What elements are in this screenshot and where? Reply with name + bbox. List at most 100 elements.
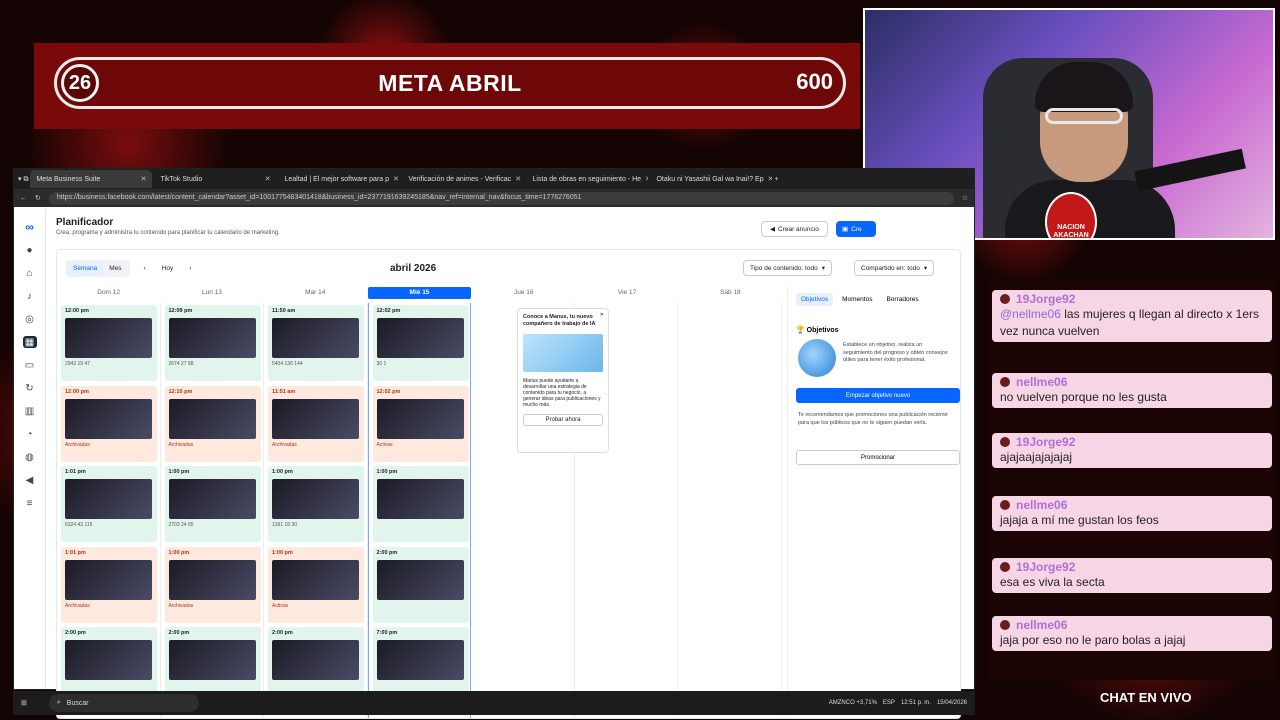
day-header: Dom 12 [97,289,121,296]
close-icon[interactable]: ✕ [393,175,399,183]
browser-tab-meta[interactable]: Meta Business Suite ✕ [30,170,153,188]
scheduled-post[interactable]: 2:00 pm [372,546,469,623]
shared-on-filter[interactable]: Compartido en: todo ▾ [854,260,935,276]
post-stats: Archivadas [272,441,297,448]
taskbar-search[interactable]: ⌕ Buscar [48,694,199,712]
scheduled-post[interactable]: 1:00 pm 2703 24 65 [164,466,261,542]
view-week-button[interactable]: Semana [67,261,104,275]
post-time: 1:01 pm [65,469,86,475]
post-time: 2:00 pm [272,630,293,636]
day-column: 12:09 pm 2674 27 88 12:10 pm Archivadas 1:00… [161,303,264,718]
scheduled-post[interactable]: 1:01 pm Archivadas [61,546,157,623]
post-stats: 1391 18 30 [272,522,298,528]
chat-text: esa es viva la secta [1000,575,1105,589]
menu-icon[interactable]: ≡ [23,497,37,509]
browser-tab-lista[interactable]: Lista de obras en seguimiento - He ✕ [526,170,648,188]
day-header-today: Mié 15 [367,287,472,299]
create-ad-button[interactable]: ◀ Crear anuncio [761,221,828,237]
day-column: 12:02 pm 30 1 12:02 pm Activas 1:00 pm 2:00 p… [367,303,471,718]
view-month-button[interactable]: Mes [103,262,127,275]
close-icon[interactable]: ✕ [600,312,604,318]
post-thumbnail [65,318,152,358]
goal-max: 600 [796,69,833,94]
scheduled-post[interactable]: 12:09 pm 2674 27 88 [164,305,261,381]
chat-username: 19Jorge92 [1000,560,1264,574]
close-icon[interactable]: ✕ [768,175,773,183]
insights-icon[interactable]: ▥ [23,405,37,417]
promo-title: Conoce a Manus, tu nuevo compañero de tr… [523,314,596,327]
scheduled-post[interactable]: 12:02 pm 30 1 [372,305,469,381]
megaphone-icon: ◀ [770,226,775,233]
close-icon[interactable]: ✕ [141,175,147,183]
content-type-filter[interactable]: Tipo de contenido: todo ▾ [743,260,832,276]
post-thumbnail [376,640,464,680]
day-headers: Dom 12 Lun 13 Mar 14 Mié 15 Jue 16 Vie 1… [57,287,782,299]
chat-text: jaja por eso no le paro bolas a jajaj [1000,633,1186,647]
tab-momentos[interactable]: Momentos [837,293,877,306]
goals-description: Establece un objetivo, realiza un seguim… [843,342,948,363]
ads-icon[interactable]: ◍ [23,451,37,463]
post-time: 2:00 pm [65,630,86,636]
post-time: 12:00 pm [65,388,89,395]
browser-tab-otaku[interactable]: Otaku ni Yasashii Gal wa Inai!? Ep ✕ [650,170,772,188]
home-icon[interactable]: ⌂ [23,267,37,279]
pages-icon[interactable]: ◔ [23,428,37,440]
prev-week-icon[interactable]: ‹ [144,265,146,272]
post-thumbnail [272,640,359,680]
scheduled-post[interactable]: 1:00 pm Activas [268,546,364,623]
tab-objetivos[interactable]: Objetivos [796,293,834,306]
next-week-icon[interactable]: › [189,265,191,272]
close-icon[interactable]: ✕ [515,175,521,183]
inbox-icon[interactable]: ▭ [23,359,37,371]
sync-icon[interactable]: ↻ [23,382,37,394]
windows-start-icon[interactable]: ⊞ [21,699,27,707]
close-icon[interactable]: ✕ [645,175,648,183]
bookmark-star-icon[interactable]: ☆ [962,194,968,202]
post-stats: 5404 130 144 [272,361,303,367]
reload-icon[interactable]: ↻ [35,194,41,202]
create-post-button[interactable]: ▣ Cre [836,221,876,237]
new-tab-icon[interactable]: + [774,176,778,183]
post-thumbnail [65,640,152,680]
scheduled-post[interactable]: 11:51 am Archivadas [268,385,364,462]
scheduled-post[interactable]: 1:00 pm [372,466,469,542]
start-goal-button[interactable]: Empezar objetivo nuevo [796,388,960,403]
clock-time[interactable]: 12:51 p. m. [901,700,931,706]
compass-icon[interactable]: ◎ [23,313,37,325]
windows-taskbar: ⊞ ⌕ Buscar AMZNCO +3,71% ESP 12:51 p. m. … [13,691,975,715]
browser-tab-lealtad[interactable]: Lealtad | El mejor software para p ✕ [278,170,400,188]
post-stats: Archivadas [168,602,194,609]
scheduled-post[interactable]: 1:00 pm 1391 18 30 [268,466,364,542]
url-field[interactable]: https://business.facebook.com/latest/con… [48,191,954,205]
browser-menu-icon[interactable]: ▾ ⧉ [18,175,28,184]
calendar-icon[interactable]: ▦ [22,336,37,348]
megaphone-icon[interactable]: ◀ [23,474,37,486]
post-stats: 2703 24 65 [168,522,194,528]
meta-logo-icon[interactable]: ∞ [23,220,37,234]
scheduled-post[interactable]: 12:00 pm Archivadas [61,385,157,462]
bell-icon[interactable]: ♪ [23,290,37,302]
chat-username: nellme06 [1000,498,1264,512]
scheduled-post[interactable]: 12:00 pm 2942 19 47 [61,305,157,381]
promote-button[interactable]: Promocionar [796,450,960,465]
goals-side-panel: Objetivos Momentos Borradores 🏆 Objetivo… [787,287,960,717]
language-indicator[interactable]: ESP [883,700,895,706]
scheduled-post[interactable]: 12:10 pm Archivadas [164,385,261,462]
try-now-button[interactable]: Probar ahora [523,414,603,426]
post-thumbnail [376,479,464,519]
clock-date[interactable]: 15/04/2026 [937,700,967,706]
tab-borradores[interactable]: Borradores [881,293,923,306]
scheduled-post[interactable]: 12:02 pm Activas [372,385,469,462]
scheduled-post[interactable]: 1:01 pm 6324 43 115 [61,466,157,542]
avatar-icon[interactable]: ● [23,244,37,256]
trophy-icon: 🏆 [796,327,805,334]
browser-tab-verificacion[interactable]: Verificación de animes - Verificac ✕ [402,170,524,188]
today-button[interactable]: Hoy [162,265,174,272]
browser-tab-tiktok[interactable]: TikTok Studio ✕ [154,170,276,188]
side-tabs: Objetivos Momentos Borradores [796,293,949,306]
back-icon[interactable]: ← [20,195,27,202]
close-icon[interactable]: ✕ [265,175,271,183]
scheduled-post[interactable]: 11:50 am 5404 130 144 [268,305,364,381]
scheduled-post[interactable]: 1:00 pm Archivadas [164,546,261,623]
glasses [1045,108,1123,124]
